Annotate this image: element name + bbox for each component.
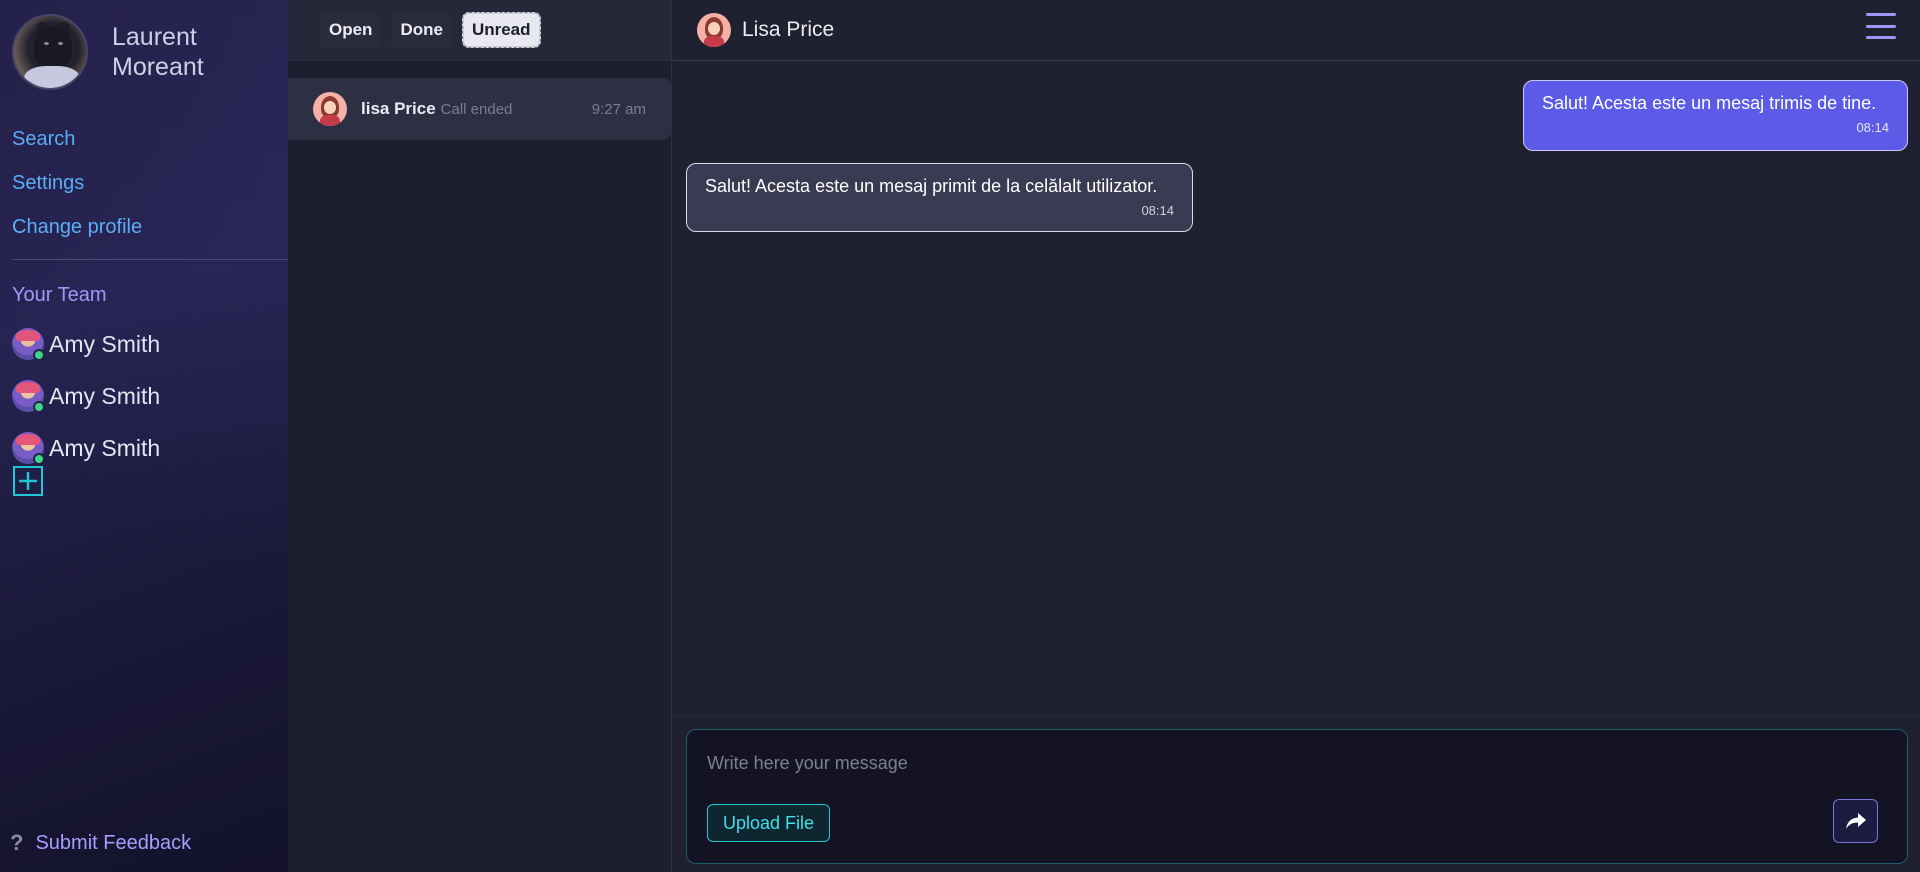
hamburger-menu-icon[interactable]: [1866, 13, 1896, 39]
chat-panel: Lisa Price Salut! Acesta este un mesaj t…: [673, 0, 1920, 872]
online-status-dot: [33, 453, 45, 465]
sidebar-item-search[interactable]: Search: [12, 124, 142, 168]
share-arrow-icon: [1845, 813, 1866, 829]
question-icon: ?: [10, 830, 24, 855]
avatar: [313, 92, 347, 126]
chat-header: Lisa Price: [673, 0, 1920, 61]
team-list: Amy Smith Amy Smith Amy Smith: [12, 318, 160, 474]
profile-header: Laurent Moreant: [12, 14, 252, 90]
avatar: [12, 432, 45, 465]
message-composer: Upload File: [686, 729, 1908, 864]
upload-file-button[interactable]: Upload File: [707, 804, 831, 842]
composer-area: Upload File: [673, 715, 1920, 872]
filter-done-button[interactable]: Done: [391, 12, 452, 48]
sent-message: Salut! Acesta este un mesaj trimis de ti…: [1523, 80, 1908, 151]
conversation-status: Call ended: [440, 100, 513, 118]
team-member-name: Amy Smith: [49, 434, 161, 461]
conversation-name: lisa Price: [361, 99, 436, 118]
message-time: 08:14: [1141, 203, 1174, 218]
message-text: Salut! Acesta este un mesaj trimis de ti…: [1542, 93, 1877, 113]
filter-open-button[interactable]: Open: [320, 12, 382, 48]
sidebar-nav: Search Settings Change profile: [12, 124, 142, 256]
avatar: [12, 380, 45, 413]
chat-title: Lisa Price: [742, 18, 835, 41]
team-section-title: Your Team: [12, 284, 107, 306]
sidebar: Laurent Moreant Search Settings Change p…: [0, 0, 288, 872]
team-member-name: Amy Smith: [49, 382, 161, 409]
team-member[interactable]: Amy Smith: [12, 370, 160, 422]
profile-avatar[interactable]: [12, 14, 88, 90]
sidebar-item-settings[interactable]: Settings: [12, 168, 142, 212]
send-button[interactable]: [1833, 799, 1878, 843]
team-member-name: Amy Smith: [49, 330, 161, 357]
online-status-dot: [33, 401, 45, 413]
message-time: 08:14: [1856, 120, 1889, 135]
profile-name: Laurent Moreant: [112, 23, 204, 81]
avatar: [697, 13, 731, 47]
submit-feedback-link[interactable]: ? Submit Feedback: [10, 830, 191, 856]
sidebar-divider: [12, 259, 288, 260]
filter-unread-button[interactable]: Unread: [461, 12, 541, 48]
add-team-member-button[interactable]: [13, 466, 43, 496]
filter-bar: Open Done Unread: [288, 0, 671, 61]
conversation-list-panel: Open Done Unread lisa Price Call ended 9…: [288, 0, 672, 872]
conversation-time: 9:27 am: [591, 100, 646, 118]
submit-feedback-label: Submit Feedback: [35, 831, 192, 854]
team-member[interactable]: Amy Smith: [12, 318, 160, 370]
message-text: Salut! Acesta este un mesaj primit de la…: [705, 176, 1158, 196]
plus-square-icon: [19, 472, 37, 490]
message-input[interactable]: [707, 748, 1607, 778]
conversation-item[interactable]: lisa Price Call ended 9:27 am: [288, 78, 672, 140]
sidebar-item-change-profile[interactable]: Change profile: [12, 212, 142, 256]
received-message: Salut! Acesta este un mesaj primit de la…: [686, 163, 1193, 232]
avatar: [12, 328, 45, 361]
online-status-dot: [33, 349, 45, 361]
